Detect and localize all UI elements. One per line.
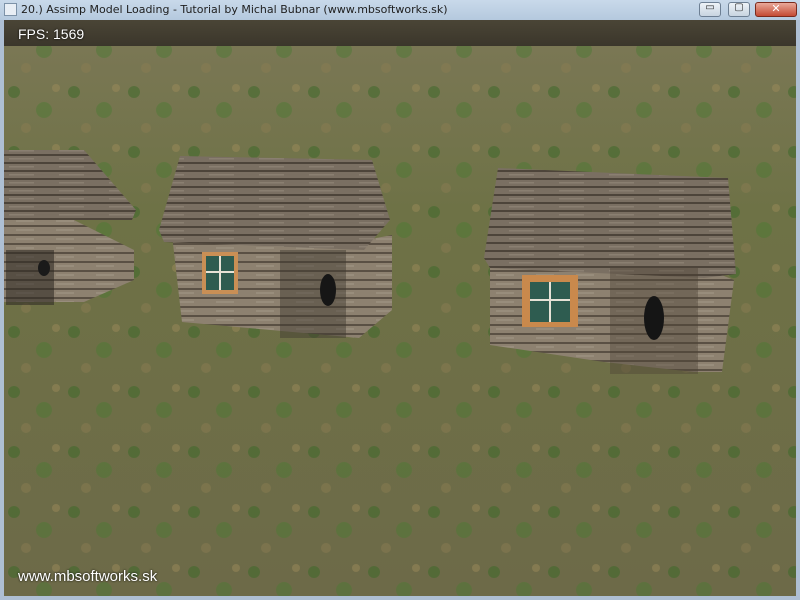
- window-title: 20.) Assimp Model Loading - Tutorial by …: [21, 3, 448, 16]
- window-frame-bottom: [0, 596, 800, 600]
- application-window: 20.) Assimp Model Loading - Tutorial by …: [0, 0, 800, 600]
- close-icon: ✕: [771, 2, 781, 15]
- watermark-text: www.mbsoftworks.sk: [18, 568, 158, 585]
- fps-counter: FPS: 1569: [18, 26, 85, 42]
- maximize-button[interactable]: ▢: [728, 2, 750, 17]
- 3d-scene: [4, 20, 796, 596]
- minimize-button[interactable]: ▭: [699, 2, 721, 17]
- minimize-icon: ▭: [705, 2, 715, 13]
- close-button[interactable]: ✕: [755, 2, 797, 17]
- wolf-right: [644, 296, 664, 340]
- window-frame-right: [796, 20, 800, 600]
- wolf-middle: [320, 274, 336, 306]
- app-icon: [4, 3, 17, 16]
- distant-hills: [4, 20, 796, 48]
- doghouse-right: [484, 168, 736, 374]
- maximize-icon: ▢: [734, 2, 744, 13]
- title-bar[interactable]: 20.) Assimp Model Loading - Tutorial by …: [0, 0, 800, 21]
- doghouse-middle: [159, 156, 392, 338]
- render-viewport[interactable]: FPS: 1569 www.mbsoftworks.sk: [4, 20, 796, 596]
